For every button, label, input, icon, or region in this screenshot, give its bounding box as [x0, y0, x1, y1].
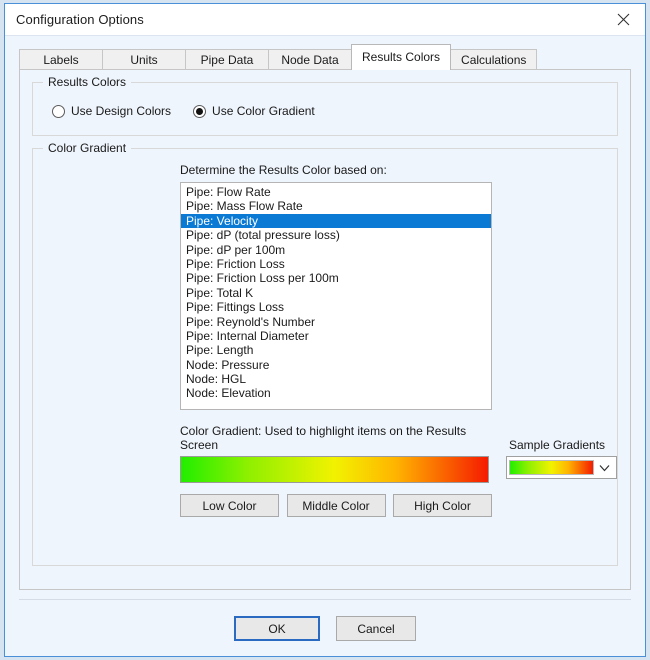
list-item[interactable]: Pipe: dP per 100m [181, 243, 491, 257]
low-color-button[interactable]: Low Color [180, 494, 279, 517]
list-item[interactable]: Pipe: Length [181, 343, 491, 357]
tab-units[interactable]: Units [102, 49, 186, 70]
radio-mark-icon [193, 104, 207, 118]
gradient-caption: Color Gradient: Used to highlight items … [180, 424, 467, 452]
results-color-basis-caption: Determine the Results Color based on: [180, 163, 387, 177]
close-button[interactable] [601, 4, 645, 35]
tab-calculations[interactable]: Calculations [450, 49, 538, 70]
middle-color-button[interactable]: Middle Color [286, 494, 386, 517]
sample-gradient-swatch [509, 460, 594, 475]
list-item[interactable]: Pipe: Flow Rate [181, 185, 491, 199]
sample-gradients-dropdown[interactable] [506, 456, 617, 479]
list-item[interactable]: Node: Elevation [181, 386, 491, 400]
results-colors-group: Results Colors Use Design Colors Use Col… [32, 75, 618, 136]
list-item[interactable]: Pipe: Friction Loss [181, 257, 491, 271]
color-buttons-row: Low Color Middle Color High Color [180, 494, 492, 517]
gradient-captions-row: Color Gradient: Used to highlight items … [180, 424, 617, 452]
tab-labels[interactable]: Labels [19, 49, 103, 70]
color-gradient-group-title: Color Gradient [43, 141, 132, 155]
list-item[interactable]: Pipe: Internal Diameter [181, 329, 491, 343]
tab-strip: Labels Units Pipe Data Node Data Results… [19, 44, 645, 70]
list-item[interactable]: Pipe: Mass Flow Rate [181, 199, 491, 213]
radio-use-color-gradient[interactable]: Use Color Gradient [193, 104, 315, 118]
list-item[interactable]: Pipe: Reynold's Number [181, 315, 491, 329]
chevron-down-icon [594, 464, 614, 472]
radio-use-color-gradient-label: Use Color Gradient [212, 104, 315, 118]
color-gradient-group: Color Gradient Determine the Results Col… [32, 141, 618, 566]
configuration-options-dialog: Configuration Options Labels Units Pipe … [4, 3, 646, 657]
list-item[interactable]: Pipe: dP (total pressure loss) [181, 228, 491, 242]
results-color-basis-listbox[interactable]: Pipe: Flow Rate Pipe: Mass Flow Rate Pip… [180, 182, 492, 410]
list-item[interactable]: Node: HGL [181, 372, 491, 386]
color-gradient-bar[interactable] [180, 456, 490, 483]
radio-mark-icon [52, 104, 65, 118]
list-item[interactable]: Pipe: Friction Loss per 100m [181, 271, 491, 285]
high-color-button[interactable]: High Color [393, 494, 492, 517]
radio-use-design-colors-label: Use Design Colors [71, 104, 172, 118]
gradient-row [180, 456, 617, 483]
list-item-selected[interactable]: Pipe: Velocity [181, 213, 491, 229]
window-title: Configuration Options [16, 12, 144, 27]
cancel-button[interactable]: Cancel [336, 615, 416, 641]
ok-button[interactable]: OK [234, 615, 320, 641]
radio-use-design-colors[interactable]: Use Design Colors [52, 104, 171, 118]
sample-gradients-caption: Sample Gradients [509, 438, 606, 452]
list-item[interactable]: Node: Pressure [181, 358, 491, 372]
tab-pipe-data[interactable]: Pipe Data [185, 49, 269, 70]
list-item[interactable]: Pipe: Total K [181, 286, 491, 300]
titlebar: Configuration Options [5, 4, 645, 36]
tab-results-colors[interactable]: Results Colors [351, 44, 452, 70]
results-colors-group-title: Results Colors [43, 75, 132, 89]
dialog-footer: OK Cancel [19, 599, 631, 656]
list-item[interactable]: Pipe: Fittings Loss [181, 300, 491, 314]
close-icon [617, 13, 630, 26]
tab-node-data[interactable]: Node Data [268, 49, 352, 70]
tab-page-results-colors: Results Colors Use Design Colors Use Col… [19, 69, 631, 590]
